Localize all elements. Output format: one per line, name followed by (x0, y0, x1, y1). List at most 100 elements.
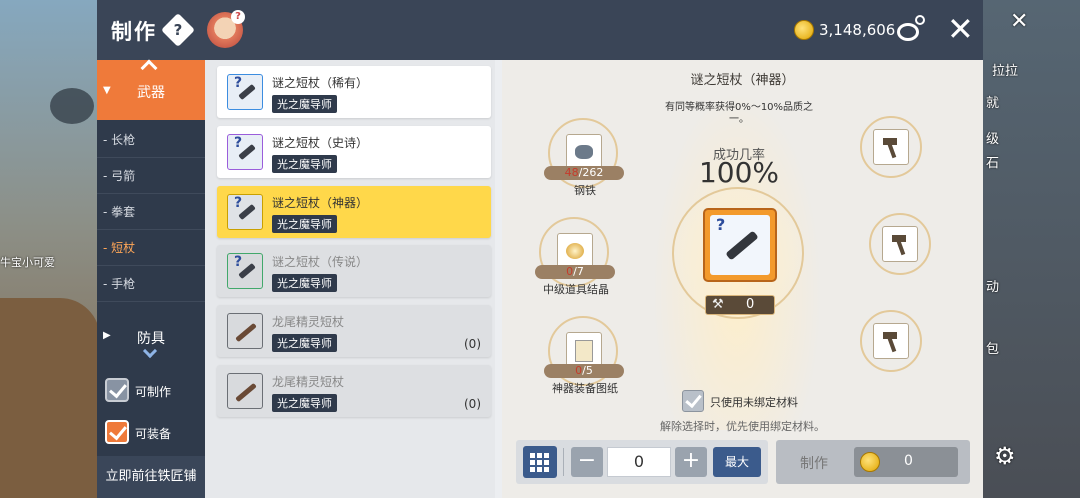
game-side-text-1: 拉拉 (992, 64, 1019, 79)
wand-icon (227, 194, 263, 230)
item-name: 谜之短杖（稀有） (272, 76, 369, 90)
coin-icon (794, 20, 814, 40)
filter-craftable[interactable]: 可制作 (105, 378, 205, 404)
list-item[interactable]: 龙尾精灵短杖 光之魔导师 (0) (217, 365, 491, 417)
material-count: 48/262 (544, 166, 624, 180)
recipe-list: 谜之短杖（稀有） 光之魔导师 谜之短杖（史诗） 光之魔导师 谜之短杖（神器） 光… (205, 60, 495, 498)
material-count: 0/7 (535, 265, 615, 279)
max-button[interactable]: 最大 (713, 447, 761, 477)
goto-smith-button[interactable]: 立即前往铁匠铺 (97, 456, 205, 498)
material-slot[interactable]: 0/7 中级道具结晶 (535, 217, 615, 296)
calculator-icon[interactable] (523, 446, 557, 478)
chevron-up-icon (140, 59, 158, 77)
wand-icon (227, 253, 263, 289)
increase-button[interactable]: + (675, 447, 707, 477)
subcategory-knuckle[interactable]: - 拳套 (97, 194, 205, 230)
material-count: 0/5 (544, 364, 624, 378)
item-name: 龙尾精灵短杖 (272, 315, 345, 329)
wand-icon (227, 74, 263, 110)
item-name: 谜之短杖（传说） (272, 255, 369, 269)
decrease-button[interactable]: − (571, 447, 603, 477)
recipe-detail: 谜之短杖（神器） 有同等概率获得0%～10%品质之一。 成功几率 100% ⚒ … (502, 60, 983, 498)
list-item[interactable]: 龙尾精灵短杖 光之魔导师 (0) (217, 305, 491, 357)
dialog-header: 制作 ? 3,148,606 ✕ (97, 0, 983, 60)
job-tag: 光之魔导师 (272, 95, 337, 113)
craft-button[interactable]: 制作 0 (776, 440, 970, 484)
wand-icon (227, 134, 263, 170)
game-side-text-4: 石 (986, 156, 1000, 171)
item-count: (0) (464, 397, 481, 411)
filter-craftable-label: 可制作 (135, 385, 172, 399)
subcategory-spear[interactable]: - 长枪 (97, 122, 205, 158)
subcategory-bow[interactable]: - 弓箭 (97, 158, 205, 194)
hammers-icon: ⚒ (712, 297, 724, 312)
dialog-title: 制作 (111, 20, 157, 44)
hammer-slot[interactable] (860, 310, 922, 372)
filter-equippable[interactable]: 可装备 (105, 420, 205, 446)
game-side-text-5: 动 (986, 280, 1000, 295)
unbound-only-checkbox[interactable] (682, 390, 704, 412)
subcategory-wand[interactable]: - 短杖 (97, 230, 205, 266)
hammer-icon (882, 226, 918, 262)
dragon-wand-icon (227, 373, 263, 409)
hammer-slot[interactable] (860, 116, 922, 178)
crafting-dialog: 制作 ? 3,148,606 ✕ ▼ 武器 - 长枪 - 弓箭 - 拳套 - 短… (97, 0, 983, 498)
divider (563, 448, 564, 476)
material-slot[interactable]: 48/262 钢铁 (544, 118, 624, 197)
checkbox-icon[interactable] (105, 378, 129, 402)
game-side-text-3: 级 (986, 132, 1000, 147)
coin-icon (860, 452, 880, 472)
unbound-only-label: 只使用未绑定材料 (710, 396, 798, 409)
material-name: 神器装备图纸 (552, 382, 618, 395)
game-side-text-2: 就 (986, 96, 1000, 111)
material-name: 中级道具结晶 (543, 283, 609, 296)
quantity-input[interactable]: 0 (607, 447, 671, 477)
game-settings-icon[interactable]: ⚙ (994, 442, 1016, 470)
job-tag: 光之魔导师 (272, 334, 337, 352)
material-slot[interactable]: 0/5 神器装备图纸 (544, 316, 624, 395)
craft-button-label: 制作 (800, 456, 828, 472)
close-icon[interactable]: ✕ (947, 13, 974, 45)
checkbox-icon[interactable] (105, 420, 129, 444)
meso-amount: 3,148,606 (819, 21, 896, 39)
quantity-stepper: − 0 + 最大 (516, 440, 768, 484)
list-item[interactable]: 谜之短杖（稀有） 光之魔导师 (217, 66, 491, 118)
category-weapon[interactable]: ▼ 武器 (97, 59, 205, 120)
list-item[interactable]: 谜之短杖（史诗） 光之魔导师 (217, 126, 491, 178)
dragon-wand-icon (227, 313, 263, 349)
filter-equippable-label: 可装备 (135, 427, 172, 441)
hammer-slot[interactable] (869, 213, 931, 275)
job-tag: 光之魔导师 (272, 215, 337, 233)
job-tag: 光之魔导师 (272, 274, 337, 292)
category-weapon-label: 武器 (137, 85, 165, 101)
help-icon[interactable]: ? (161, 13, 195, 47)
job-tag: 光之魔导师 (272, 394, 337, 412)
triangle-right-icon: ▶ (103, 330, 111, 341)
item-name: 谜之短杖（史诗） (272, 136, 369, 150)
blueprint-scroll-icon (566, 332, 602, 368)
category-sidebar: ▼ 武器 - 长枪 - 弓箭 - 拳套 - 短杖 - 手枪 ▶ 防具 可制作 可… (97, 59, 205, 498)
game-cliff (0, 298, 100, 498)
wand-icon (710, 215, 770, 275)
inventory-icon[interactable] (895, 15, 925, 45)
material-name: 钢铁 (574, 184, 596, 197)
avatar-icon[interactable] (207, 10, 245, 48)
item-name: 谜之短杖（神器） (272, 196, 369, 210)
game-back-button[interactable] (50, 88, 94, 124)
success-rate-value: 100% (698, 156, 780, 189)
steel-ore-icon (566, 134, 602, 170)
list-item[interactable]: 谜之短杖（神器） 光之魔导师 (217, 186, 491, 238)
category-armor[interactable]: ▶ 防具 (97, 314, 205, 364)
hammer-icon (873, 129, 909, 165)
job-tag: 光之魔导师 (272, 155, 337, 173)
game-close-icon[interactable]: ✕ (1010, 9, 1028, 34)
crystal-icon (557, 233, 593, 269)
hammer-counter: ⚒ 0 (705, 295, 775, 315)
hammer-icon (873, 323, 909, 359)
rate-note: 有同等概率获得0%～10%品质之一。 (664, 102, 814, 125)
list-item[interactable]: 谜之短杖（传说） 光之魔导师 (217, 245, 491, 297)
item-count: (0) (464, 337, 481, 351)
craft-cost-value: 0 (904, 453, 913, 469)
result-item-slot[interactable] (703, 208, 777, 282)
subcategory-gun[interactable]: - 手枪 (97, 266, 205, 302)
